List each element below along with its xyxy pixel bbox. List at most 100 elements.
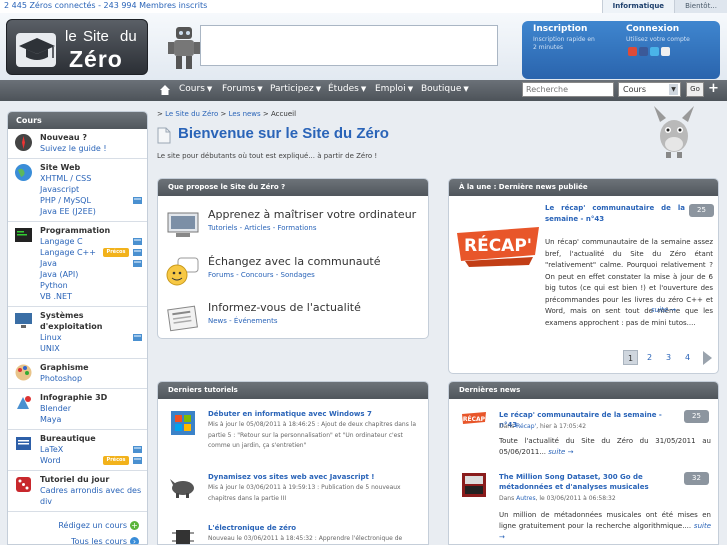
link-evenements[interactable]: Événements <box>234 317 278 325</box>
inscription-link[interactable]: Inscription <box>533 24 587 34</box>
next-page-arrow-icon[interactable] <box>703 351 712 365</box>
facebook-icon[interactable] <box>639 47 648 56</box>
write-course-link[interactable]: Rédigez un cours + <box>8 518 139 534</box>
page-1[interactable]: 1 <box>623 350 638 365</box>
nav-emploi[interactable]: Emploi ▼ <box>375 84 413 94</box>
breadcrumb-separator: > <box>262 110 272 118</box>
compass-icon <box>15 134 32 151</box>
twitter-icon[interactable] <box>650 47 659 56</box>
featured-news-title[interactable]: Le récap' communautaire de la semaine - … <box>545 203 685 225</box>
link-news[interactable]: News <box>208 317 227 325</box>
search-input[interactable] <box>522 82 614 97</box>
news-meta-date: , le 03/06/2011 à 06:58:32 <box>535 495 616 502</box>
search-scope-select[interactable]: Cours ▼ <box>618 82 681 97</box>
advertising-banner[interactable] <box>200 25 498 66</box>
book-icon[interactable] <box>132 248 143 257</box>
tutorial-title[interactable]: L'électronique de zéro <box>208 524 296 532</box>
sidebar-link[interactable]: Cadres arrondis avec des div <box>40 485 147 507</box>
book-icon[interactable] <box>132 445 143 454</box>
sidebar-link[interactable]: Javascript <box>40 184 147 195</box>
sidebar-link[interactable]: Maya <box>40 414 147 425</box>
sidebar-link[interactable]: Photoshop <box>40 373 147 384</box>
propose-panel-title: Que propose le Site du Zéro ? <box>158 179 428 196</box>
openid-icon[interactable] <box>661 47 670 56</box>
link-sondages[interactable]: Sondages <box>281 271 315 279</box>
link-concours[interactable]: Concours <box>241 271 274 279</box>
sidebar-link[interactable]: Linux <box>40 332 147 343</box>
comments-count-badge[interactable]: 32 <box>684 472 709 485</box>
book-icon[interactable] <box>132 196 143 205</box>
link-formations[interactable]: Formations <box>277 224 316 232</box>
all-courses-link[interactable]: Tous les cours › <box>8 534 139 545</box>
page-3[interactable]: 3 <box>661 350 676 365</box>
page-title: Bienvenue sur le Site du Zéro <box>178 125 389 142</box>
nav-boutique[interactable]: Boutique ▼ <box>421 84 469 94</box>
breadcrumb-home[interactable]: Le Site du Zéro <box>165 110 218 118</box>
book-icon[interactable] <box>132 259 143 268</box>
news-more-link[interactable]: suite → <box>548 448 573 456</box>
sidebar-link[interactable]: Java EE (J2EE) <box>40 206 147 217</box>
news-category-link[interactable]: Autres <box>516 495 535 502</box>
sidebar-link[interactable]: UNIX <box>40 343 147 354</box>
comments-count-badge[interactable]: 25 <box>689 204 714 217</box>
sidebar-link[interactable]: Langage C++ <box>40 247 147 258</box>
sidebar-category-os: Systèmes d'exploitation Linux UNIX <box>8 307 147 359</box>
site-logo[interactable]: le Site du Zéro <box>6 19 148 75</box>
link-articles[interactable]: Articles <box>244 224 270 232</box>
page-2[interactable]: 2 <box>642 350 657 365</box>
nav-etudes[interactable]: Études ▼ <box>328 84 366 94</box>
link-forums[interactable]: Forums <box>208 271 234 279</box>
precos-badge[interactable]: Précos <box>103 248 129 257</box>
propose-item-title: Informez-vous de l'actualité <box>208 301 361 314</box>
nav-forums[interactable]: Forums ▼ <box>222 84 263 94</box>
book-icon[interactable] <box>132 237 143 246</box>
search-go-button[interactable]: Go <box>686 82 704 97</box>
sidebar-link[interactable]: Java (API) <box>40 269 147 280</box>
tutorial-title[interactable]: Dynamisez vos sites web avec Javascript … <box>208 473 375 481</box>
sidebar-link-row: Java <box>40 258 147 269</box>
breadcrumb-news[interactable]: Les news <box>229 110 261 118</box>
sidebar-link[interactable]: Java <box>40 258 147 269</box>
plus-icon[interactable]: + <box>708 81 719 96</box>
sidebar-title: Cours <box>8 112 147 129</box>
tab-bientot[interactable]: Bientôt... <box>674 0 727 13</box>
all-courses-label: Tous les cours <box>71 537 127 545</box>
sidebar-link[interactable]: Suivez le guide ! <box>40 143 147 154</box>
nav-cours[interactable]: Cours ▼ <box>179 84 212 94</box>
google-icon[interactable] <box>628 47 637 56</box>
sidebar-link[interactable]: Word <box>40 455 147 466</box>
sidebar-link[interactable]: LaTeX <box>40 444 147 455</box>
sidebar-link[interactable]: PHP / MySQL <box>40 195 147 206</box>
sidebar-footer-links: Rédigez un cours + Tous les cours › <box>8 512 147 545</box>
connexion-link[interactable]: Connexion <box>626 24 679 34</box>
propose-item-title: Échangez avec la communauté <box>208 255 381 268</box>
book-icon[interactable] <box>132 456 143 465</box>
sidebar-link[interactable]: Python <box>40 280 147 291</box>
sidebar-link[interactable]: XHTML / CSS <box>40 173 147 184</box>
sidebar-category-graphisme: Graphisme Photoshop <box>8 359 147 389</box>
breadcrumb-separator: > <box>220 110 229 118</box>
chevron-down-icon: ▼ <box>669 84 678 95</box>
sidebar-link[interactable]: Blender <box>40 403 147 414</box>
comments-count-badge[interactable]: 25 <box>684 410 709 423</box>
featured-news-more-link[interactable]: suite → <box>651 306 676 314</box>
link-tutoriels[interactable]: Tutoriels <box>208 224 237 232</box>
news-category-link[interactable]: Récap' <box>516 423 536 430</box>
book-icon[interactable] <box>132 333 143 342</box>
home-icon[interactable] <box>160 85 170 95</box>
tab-informatique[interactable]: Informatique <box>601 0 675 13</box>
office-icon <box>16 437 31 450</box>
sidebar-link[interactable]: Langage C <box>40 236 147 247</box>
newspaper-icon <box>167 305 198 332</box>
sidebar-link-row: Word Précos <box>40 455 147 466</box>
nav-label: Études <box>328 84 359 94</box>
page-4[interactable]: 4 <box>680 350 695 365</box>
sidebar-link[interactable]: VB .NET <box>40 291 147 302</box>
3d-shapes-icon <box>17 396 31 409</box>
tutorial-title[interactable]: Débuter en informatique avec Windows 7 <box>208 410 372 418</box>
intro-text: Le site pour débutants où tout est expli… <box>157 152 378 160</box>
news-title[interactable]: The Million Song Dataset, 300 Go de méta… <box>499 472 681 492</box>
precos-badge[interactable]: Précos <box>103 456 129 465</box>
terminal-icon <box>15 228 32 242</box>
nav-participez[interactable]: Participez ▼ <box>270 84 321 94</box>
